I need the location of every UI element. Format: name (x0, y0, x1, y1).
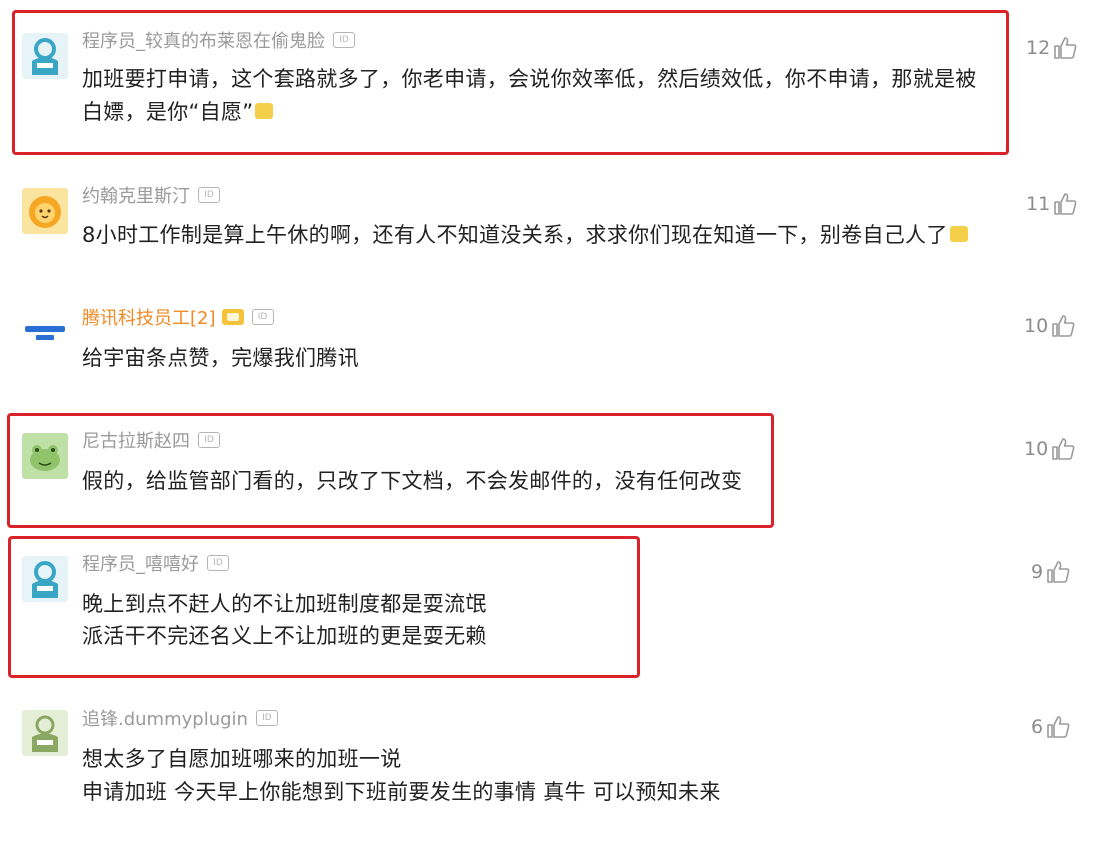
like-count: 12 (1026, 37, 1051, 59)
like-count: 10 (1024, 438, 1049, 460)
id-badge-icon: ID (198, 432, 220, 448)
username-text[interactable]: 约翰克里斯汀 (82, 186, 190, 207)
comment-username[interactable]: 追锋.dummyplugin ID (82, 708, 278, 732)
username-text[interactable]: 程序员_嘻嘻好 (82, 554, 199, 575)
like-button[interactable]: 10 (1024, 314, 1076, 338)
comment-text-line: 白嫖，是你“自愿” (82, 97, 274, 127)
like-count: 9 (1031, 561, 1044, 583)
vip-badge-icon (221, 309, 244, 325)
comment-text-line: 派活干不完还名义上不让加班的更是耍无赖 (82, 624, 487, 648)
id-badge-icon: ID (333, 32, 355, 48)
apron-avatar-icon[interactable] (22, 710, 68, 756)
comment-text-line: 申请加班 今天早上你能想到下班前要发生的事情 真牛 可以预知未来 (82, 780, 721, 804)
thumbs-up-icon (1052, 315, 1075, 337)
comment-username[interactable]: 尼古拉斯赵四 ID (82, 430, 220, 454)
thumbs-up-icon (1052, 438, 1075, 460)
comment-text-segment: 8小时工作制是算上午休的啊，还有人不知道没关系，求求你们现在知道一下，别卷自己人… (82, 223, 948, 247)
id-badge-icon: ID (207, 555, 229, 571)
id-badge-icon: ID (255, 710, 278, 726)
comment-text-line: 假的，给监管部门看的，只改了下文档，不会发邮件的，没有任何改变 (82, 469, 743, 493)
comment-text-line: 加班要打申请，这个套路就多了，你老申请，会说你效率低，然后绩效低，你不申请，那就… (82, 67, 977, 91)
comment-text-line: 8小时工作制是算上午休的啊，还有人不知道没关系，求求你们现在知道一下，别卷自己人… (82, 220, 968, 250)
like-count: 11 (1026, 193, 1051, 215)
like-button[interactable]: 9 (1031, 560, 1071, 584)
like-button[interactable]: 10 (1024, 437, 1076, 461)
comment-text-line: 想太多了自愿加班哪来的加班一说 (82, 747, 402, 771)
programmer-avatar-icon[interactable] (22, 556, 68, 602)
comment-text-line: 给宇宙条点赞，完爆我们腾讯 (82, 346, 359, 370)
like-button[interactable]: 6 (1031, 715, 1071, 739)
comment-text-line: 晚上到点不赶人的不让加班制度都是耍流氓 (82, 592, 487, 616)
emoji-icon (949, 226, 968, 242)
tencent-logo-avatar-icon[interactable] (22, 310, 68, 356)
like-count: 6 (1031, 716, 1044, 738)
programmer-avatar-icon[interactable] (22, 33, 68, 79)
comment-username[interactable]: 程序员_嘻嘻好 ID (82, 553, 229, 577)
username-text[interactable]: 尼古拉斯赵四 (82, 431, 190, 452)
username-text[interactable]: 腾讯科技员工[2] (82, 308, 216, 329)
like-count: 10 (1024, 315, 1049, 337)
username-text[interactable]: 程序员_较真的布莱恩在偷鬼脸 (82, 31, 325, 52)
id-badge-icon: ID (251, 309, 274, 325)
id-badge-icon: ID (198, 187, 220, 203)
comment-username[interactable]: 约翰克里斯汀 ID (82, 185, 220, 209)
thumbs-up-icon (1054, 193, 1077, 215)
comment-text-segment: 白嫖，是你“自愿” (82, 100, 254, 124)
thumbs-up-icon (1054, 37, 1077, 59)
thumbs-up-icon (1047, 561, 1070, 583)
comment-username[interactable]: 程序员_较真的布莱恩在偷鬼脸 ID (82, 30, 355, 54)
lion-avatar-icon[interactable] (22, 188, 68, 234)
like-button[interactable]: 11 (1026, 192, 1078, 216)
username-text[interactable]: 追锋.dummyplugin (82, 709, 248, 730)
frog-avatar-icon[interactable] (22, 433, 68, 479)
like-button[interactable]: 12 (1026, 36, 1078, 60)
comment-username[interactable]: 腾讯科技员工[2] ID (82, 307, 274, 331)
thumbs-up-icon (1047, 716, 1070, 738)
emoji-icon (255, 103, 274, 119)
